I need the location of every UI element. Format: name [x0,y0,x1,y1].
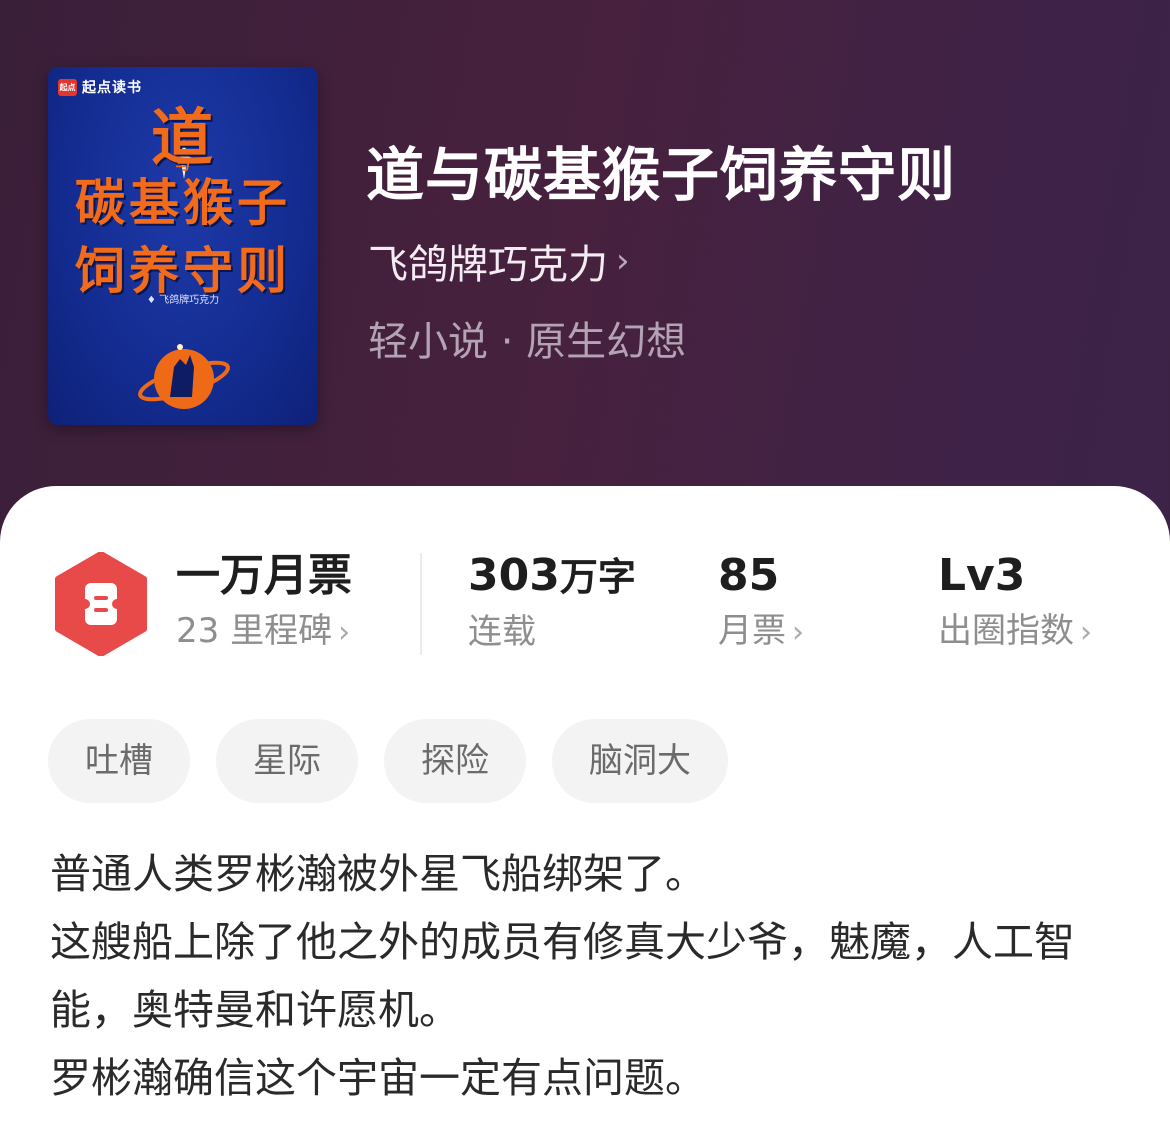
chevron-right-icon: › [792,615,804,650]
tag-chip[interactable]: 脑洞大 [552,719,728,803]
monthly-ticket-value: 85 [718,550,780,601]
serial-status-label: 连载 [468,612,536,652]
popularity-level-label: 出圈指数 › [938,610,1092,654]
tag-chip[interactable]: 吐槽 [48,719,190,803]
popularity-level-label-text: 出圈指数 [938,611,1074,651]
word-count-stat: 303万字 连载 [468,550,636,653]
popularity-level-stat[interactable]: Lv3 出圈指数 › [938,550,1092,654]
monthly-ticket-label-text: 月票 [718,611,786,651]
cover-author-name: 飞鸽牌巧克力 [159,295,220,306]
planet-illustration-icon [138,344,230,409]
author-name: 飞鸽牌巧克力 [368,242,608,288]
cover-title-line3: 碳基猴子 [75,174,291,232]
tag-chip[interactable]: 星际 [216,719,358,803]
word-count-unit: 万字 [559,555,636,599]
cover-author-diamond-icon: ♦ [146,295,160,306]
author-link[interactable]: 飞鸽牌巧克力 › [368,232,630,290]
intro-paragraph: 普通人类罗彬瀚被外星飞船绑架了。 [50,850,706,898]
popularity-level-value: Lv3 [938,550,1026,601]
book-introduction[interactable]: 普通人类罗彬瀚被外星飞船绑架了。 这艘船上除了他之外的成员有修真大少爷，魅魔，人… [50,840,1120,1112]
book-category: 轻小说 · 原生幻想 [368,319,687,365]
book-title: 道与碳基猴子饲养守则 [366,141,957,209]
tag-chip[interactable]: 探险 [384,719,526,803]
tag-list: 吐槽 星际 探险 脑洞大 [48,719,728,803]
chevron-right-icon: › [616,241,630,281]
ticket-stat[interactable]: 一万月票 23 里程碑 › [176,550,352,654]
ticket-medal-icon [55,552,147,656]
word-count-number: 303 [468,550,560,601]
ticket-stat-label-text: 23 里程碑 [176,611,333,651]
ticket-stat-label: 23 里程碑 › [176,610,352,654]
word-count-value: 303万字 [468,550,636,603]
cover-author: ♦ 飞鸽牌巧克力 [48,291,318,306]
book-cover[interactable]: 起点 起点读书 道 与 碳基猴子 饲养守则 ♦ 飞鸽牌巧克力 [48,67,318,425]
intro-paragraph: 这艘船上除了他之外的成员有修真大少爷，魅魔，人工智能，奥特曼和许愿机。 [50,918,1075,1034]
chevron-right-icon: › [338,615,351,650]
stat-divider [420,553,422,655]
monthly-ticket-label: 月票 › [718,610,804,654]
ticket-stat-value: 一万月票 [176,550,352,601]
intro-paragraph: 罗彬瀚确信这个宇宙一定有点问题。 [50,1054,706,1102]
monthly-ticket-stat[interactable]: 85 月票 › [718,550,804,654]
chevron-right-icon: › [1080,615,1092,650]
